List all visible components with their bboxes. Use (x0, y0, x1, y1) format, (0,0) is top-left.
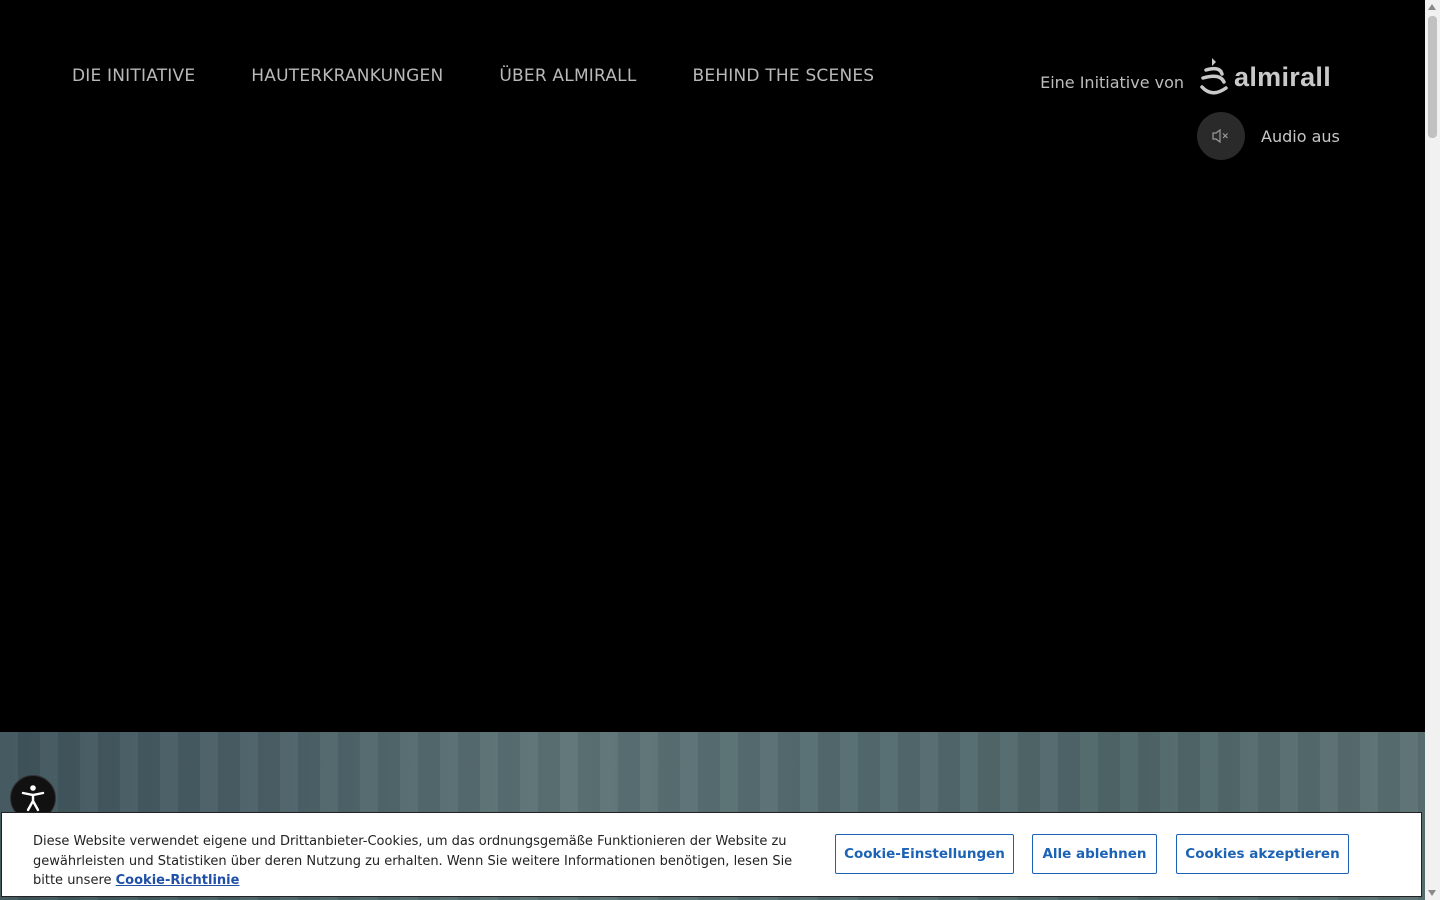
page: DIE INITIATIVE HAUTERKRANKUNGEN ÜBER ALM… (0, 0, 1425, 900)
almirall-logo[interactable]: almirall (1198, 56, 1331, 98)
nav-item-behind-the-scenes[interactable]: BEHIND THE SCENES (693, 64, 875, 88)
scrollbar-thumb[interactable] (1428, 16, 1437, 138)
cookie-banner: Diese Website verwendet eigene und Dritt… (1, 812, 1422, 897)
accept-cookies-button[interactable]: Cookies akzeptieren (1176, 834, 1349, 874)
brand-tagline: Eine Initiative von (1040, 72, 1185, 92)
accessibility-person-icon (21, 785, 45, 812)
speaker-muted-icon (1212, 128, 1228, 144)
almirall-logo-mark-icon (1200, 58, 1228, 95)
scroll-down-arrow-icon[interactable] (1428, 890, 1436, 896)
cookie-policy-link[interactable]: Cookie-Richtlinie (116, 873, 240, 888)
nav-item-hauterkrankungen[interactable]: HAUTERKRANKUNGEN (251, 64, 443, 88)
nav-item-ueber-almirall[interactable]: ÜBER ALMIRALL (499, 64, 636, 88)
audio-toggle: Audio aus (1197, 112, 1340, 160)
brand-block: Eine Initiative von almirall (1040, 56, 1331, 98)
almirall-logo-text: almirall (1234, 61, 1331, 92)
cookie-settings-button[interactable]: Cookie-Einstellungen (835, 834, 1014, 874)
scroll-up-arrow-icon[interactable] (1428, 4, 1436, 10)
cookie-text-block: Diese Website verwendet eigene und Dritt… (33, 832, 793, 891)
page-scrollbar[interactable] (1425, 0, 1440, 900)
main-nav: DIE INITIATIVE HAUTERKRANKUNGEN ÜBER ALM… (72, 64, 930, 88)
reject-all-button[interactable]: Alle ablehnen (1032, 834, 1157, 874)
audio-toggle-button[interactable] (1197, 112, 1245, 160)
nav-item-die-initiative[interactable]: DIE INITIATIVE (72, 64, 195, 88)
audio-label: Audio aus (1261, 126, 1340, 146)
